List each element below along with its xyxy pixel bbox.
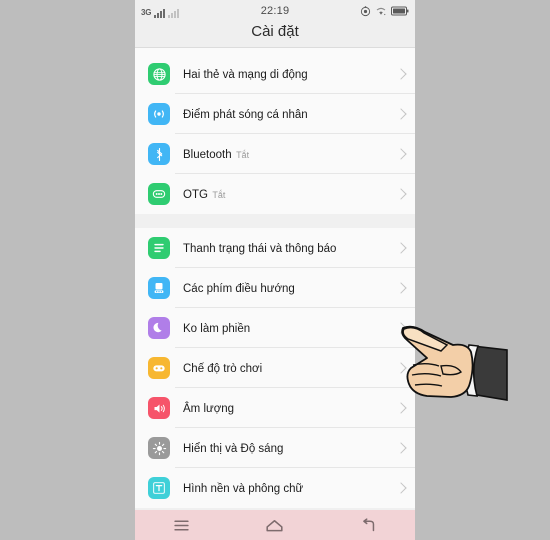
chevron-right-icon bbox=[395, 482, 407, 494]
list-item-labels: OTG Tắt bbox=[183, 185, 393, 203]
list-item-navigation-keys[interactable]: Các phím điều hướng bbox=[135, 268, 415, 308]
back-icon bbox=[362, 517, 375, 531]
chevron-right-icon bbox=[395, 282, 407, 294]
list-item-otg[interactable]: OTG Tắt bbox=[135, 174, 415, 214]
list-item-label: Âm lượng bbox=[183, 403, 235, 415]
statusbar-list-icon bbox=[148, 237, 170, 259]
title-bar: Cài đặt bbox=[135, 22, 415, 48]
chevron-right-icon bbox=[395, 188, 407, 200]
list-item-label: Thanh trạng thái và thông báo bbox=[183, 243, 337, 255]
list-item-do-not-disturb[interactable]: Ko làm phiền bbox=[135, 308, 415, 348]
list-item-label: Điểm phát sóng cá nhân bbox=[183, 109, 308, 121]
pointing-hand-cursor bbox=[401, 325, 508, 401]
back-button[interactable] bbox=[348, 510, 388, 540]
list-item-labels: Âm lượng bbox=[183, 399, 393, 417]
navigation-keys-icon bbox=[148, 277, 170, 299]
list-item-subtitle: Tắt bbox=[212, 190, 226, 200]
list-item-display-brightness[interactable]: Hiển thị và Độ sáng bbox=[135, 428, 415, 468]
chevron-right-icon bbox=[395, 442, 407, 454]
chevron-right-icon bbox=[395, 148, 407, 160]
status-bar: 3G 22:19 bbox=[135, 0, 415, 22]
brightness-icon bbox=[148, 437, 170, 459]
volume-icon bbox=[148, 397, 170, 419]
list-item-label: Hình nền và phông chữ bbox=[183, 483, 304, 495]
phone-screen: 3G 22:19 Cài đặt Hai thẻ và mạng di động… bbox=[135, 0, 415, 540]
otg-icon bbox=[148, 183, 170, 205]
list-item-personal-hotspot[interactable]: Điểm phát sóng cá nhân bbox=[135, 94, 415, 134]
list-item-statusbar-notifications[interactable]: Thanh trạng thái và thông báo bbox=[135, 228, 415, 268]
list-item-label: Các phím điều hướng bbox=[183, 283, 295, 295]
list-item-label: Chế độ trò chơi bbox=[183, 363, 263, 375]
bluetooth-icon bbox=[148, 143, 170, 165]
globe-icon bbox=[148, 63, 170, 85]
chevron-right-icon bbox=[395, 242, 407, 254]
settings-group-connectivity: Hai thẻ và mạng di động Điểm phát sóng c… bbox=[135, 54, 415, 214]
list-item-labels: Các phím điều hướng bbox=[183, 279, 393, 297]
list-item-label: OTG bbox=[183, 189, 208, 201]
chevron-right-icon bbox=[395, 68, 407, 80]
list-item-labels: Ko làm phiền bbox=[183, 319, 393, 337]
list-item-label: Bluetooth bbox=[183, 149, 232, 161]
hotspot-icon bbox=[148, 103, 170, 125]
page-title: Cài đặt bbox=[251, 23, 299, 40]
status-bar-clock: 22:19 bbox=[260, 5, 290, 17]
list-item-label: Ko làm phiền bbox=[183, 323, 251, 335]
list-item-labels: Chế độ trò chơi bbox=[183, 359, 393, 377]
menu-button[interactable] bbox=[162, 510, 202, 540]
group-gap bbox=[135, 214, 415, 228]
list-item-wallpaper-font[interactable]: Hình nền và phông chữ bbox=[135, 468, 415, 508]
home-button[interactable] bbox=[255, 510, 295, 540]
list-item-labels: Hình nền và phông chữ bbox=[183, 479, 393, 497]
list-item-label: Hai thẻ và mạng di động bbox=[183, 69, 308, 81]
list-item-labels: Hai thẻ và mạng di động bbox=[183, 65, 393, 83]
clipped-top-label: Wi-Fi bbox=[175, 48, 202, 51]
home-icon bbox=[266, 519, 284, 531]
settings-list[interactable]: Wi-Fi Hai thẻ và mạng di động bbox=[135, 48, 415, 510]
menu-icon bbox=[174, 519, 189, 531]
list-item-subtitle: Tắt bbox=[236, 150, 250, 160]
list-item-labels: Bluetooth Tắt bbox=[183, 145, 393, 163]
navigation-bar bbox=[135, 510, 415, 540]
game-mode-icon bbox=[148, 357, 170, 379]
list-item-volume[interactable]: Âm lượng bbox=[135, 388, 415, 428]
list-item-labels: Hiển thị và Độ sáng bbox=[183, 439, 393, 457]
moon-icon bbox=[148, 317, 170, 339]
font-icon bbox=[148, 477, 170, 499]
list-item-game-mode[interactable]: Chế độ trò chơi bbox=[135, 348, 415, 388]
chevron-right-icon bbox=[395, 108, 407, 120]
list-item-bluetooth[interactable]: Bluetooth Tắt bbox=[135, 134, 415, 174]
list-item-labels: Điểm phát sóng cá nhân bbox=[183, 105, 393, 123]
list-item-label: Hiển thị và Độ sáng bbox=[183, 443, 284, 455]
list-item-labels: Thanh trạng thái và thông báo bbox=[183, 239, 393, 257]
settings-group-system: Thanh trạng thái và thông báo Các phím đ… bbox=[135, 228, 415, 508]
list-item-dual-sim[interactable]: Hai thẻ và mạng di động bbox=[135, 54, 415, 94]
